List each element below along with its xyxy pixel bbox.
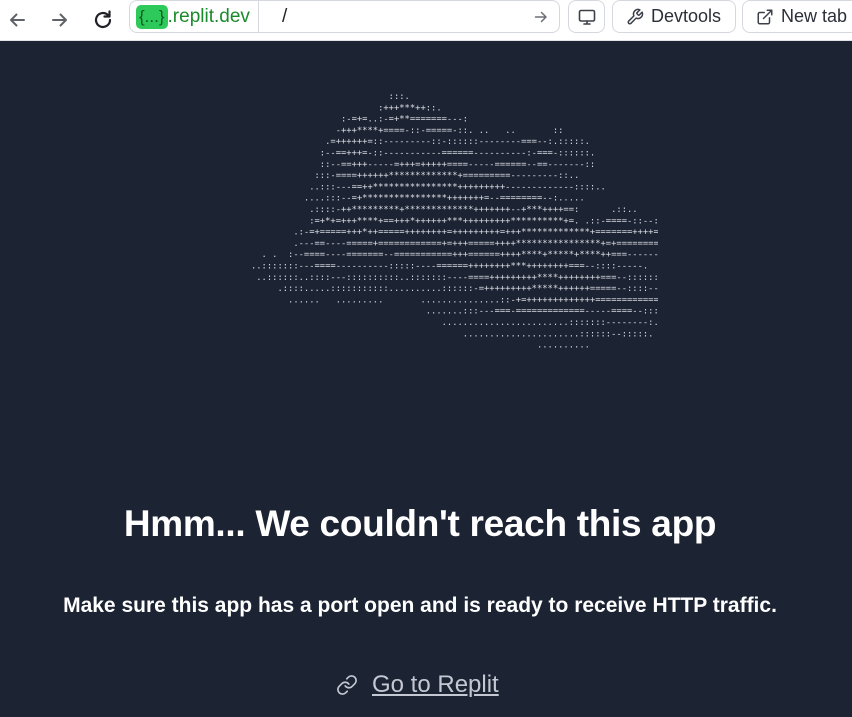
forward-button[interactable] xyxy=(43,3,77,37)
ascii-art-line: :-=+=..:-=+**=======---: xyxy=(198,115,468,125)
ascii-art-line: ..:::::::---====----------:::::----=====… xyxy=(198,262,648,272)
error-headline: Hmm... We couldn't reach this app xyxy=(123,503,717,544)
arrow-left-icon xyxy=(10,13,25,27)
ascii-art-line: .=++++++=::---------::-::::::--------===… xyxy=(198,137,590,147)
reload-icon xyxy=(94,10,112,29)
go-button[interactable] xyxy=(529,5,553,29)
error-message: Make sure this app has a port open and i… xyxy=(63,594,777,617)
ascii-art-line: ........................:::::::--------:… xyxy=(198,318,658,328)
arrow-right-icon xyxy=(52,13,67,27)
go-to-replit-label: Go to Replit xyxy=(372,671,499,698)
url-host: {...} .replit.dev xyxy=(130,1,259,32)
ascii-art-line: . . :--====----=======--===========+++==… xyxy=(198,250,658,260)
external-link-icon xyxy=(757,9,773,24)
new-tab-button[interactable]: New tab xyxy=(742,0,852,33)
ascii-art-line: ......................::::::--:::::. xyxy=(198,329,653,339)
preview-toggle-button[interactable] xyxy=(568,0,605,33)
wrench-icon xyxy=(627,8,644,24)
ascii-art-line: :=+*+=+++****+==+++*++++++***+++++++++**… xyxy=(198,216,658,226)
monitor-icon xyxy=(578,9,595,25)
ascii-art-line: ::--==+++-----=+++=+++++====-----======-… xyxy=(198,160,595,170)
ascii-art-line: :::. xyxy=(198,92,410,102)
ascii-art-line: :+++***++::. xyxy=(198,103,442,113)
link-icon xyxy=(337,675,357,695)
ascii-art-line: ...... ......... ...............::-+=+++… xyxy=(198,295,658,305)
go-to-replit-link[interactable]: Go to Replit xyxy=(336,669,499,701)
reload-button[interactable] xyxy=(86,3,120,37)
devtools-label: Devtools xyxy=(651,6,722,26)
ascii-art-line: .::::-++*********+*************+++++++--… xyxy=(198,205,638,215)
ascii-art-line: .......:::---===-=============-----====-… xyxy=(198,307,658,317)
back-button[interactable] xyxy=(0,3,34,37)
ascii-art-line: .---==----=====+============+=+++=====++… xyxy=(198,239,658,249)
ascii-art-line: ....:::--=+****************+++++++=--===… xyxy=(198,194,585,204)
url-host-suffix: .replit.dev xyxy=(167,5,250,27)
devtools-button[interactable]: Devtools xyxy=(612,0,736,33)
ascii-art-line: -+++****+====-::-=====-::. .. .. :: xyxy=(198,126,563,136)
ascii-art-line: .:-=+=====+++*++=====++++++++=+++++++++=… xyxy=(198,228,658,238)
ascii-art-line: .......... xyxy=(198,341,590,349)
browser-toolbar: {...} .replit.dev Devtools New tab xyxy=(0,0,852,41)
address-bar[interactable]: {...} .replit.dev xyxy=(129,0,560,33)
arrow-right-icon xyxy=(534,11,547,23)
new-tab-label: New tab xyxy=(781,6,848,26)
ascii-cloud-illustration: :::. :+++***++::. :-=+=..:-=+**=======--… xyxy=(198,92,658,349)
url-host-badge: {...} xyxy=(136,4,168,29)
ascii-art-line: .::::.....:::::::::::..........::::::-=+… xyxy=(198,284,658,294)
ascii-art-line: ..::::::..::::---::::::::::..:::::::----… xyxy=(198,273,658,283)
ascii-art-line: :::-====++++++*************+=========---… xyxy=(198,171,579,181)
ascii-art-line: ..:::---==++****************+++++++++---… xyxy=(198,182,606,192)
ascii-art-line: :--==+++=-::-----------======----------:… xyxy=(198,149,595,159)
url-path-input[interactable] xyxy=(282,1,532,32)
